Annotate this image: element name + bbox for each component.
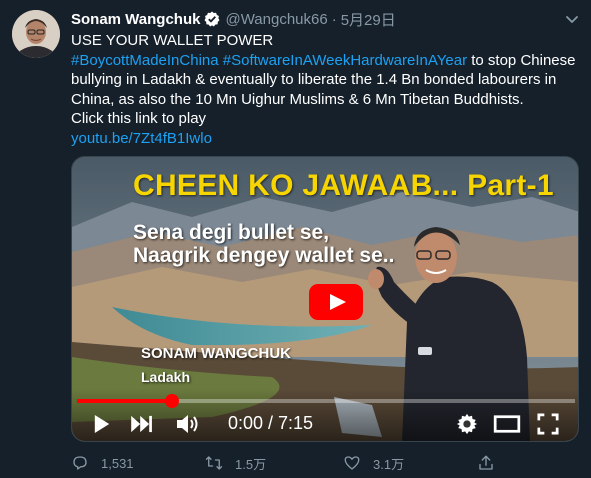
progress-bar[interactable] bbox=[77, 394, 575, 408]
tweet: Sonam Wangchuk @Wangchuk66 · 5月29日 USE Y… bbox=[0, 0, 591, 478]
progress-handle[interactable] bbox=[164, 394, 179, 408]
tweet-date[interactable]: 5月29日 bbox=[341, 9, 396, 30]
hashtag-link[interactable]: #SoftwareInAWeekHardwareInAYear bbox=[223, 52, 467, 69]
play-icon[interactable] bbox=[90, 411, 114, 437]
video-time: 0:00 / 7:15 bbox=[228, 413, 314, 433]
video-player[interactable]: CHEEN KO JAWAAB... Part-1 Sena degi bull… bbox=[71, 156, 579, 442]
hashtag-link[interactable]: #BoycottMadeInChina bbox=[71, 52, 219, 69]
settings-icon[interactable] bbox=[454, 411, 480, 437]
chevron-down-icon[interactable] bbox=[563, 10, 581, 28]
retweet-icon bbox=[205, 456, 223, 470]
video-subtitle: Sena degi bullet se, bbox=[133, 221, 330, 244]
author-name[interactable]: Sonam Wangchuk bbox=[71, 11, 200, 28]
avatar[interactable] bbox=[12, 10, 60, 58]
reply-button[interactable]: 1,531 bbox=[71, 452, 134, 474]
tweet-line: bullying in Ladakh & eventually to liber… bbox=[71, 71, 557, 89]
tweet-line: youtu.be/7Zt4fB1Iwlo bbox=[71, 129, 576, 149]
next-icon[interactable] bbox=[128, 411, 156, 437]
tweet-text: USE YOUR WALLET POWER #BoycottMadeInChin… bbox=[71, 31, 576, 149]
tweet-line: USE YOUR WALLET POWER bbox=[71, 32, 274, 49]
tweet-text-fragment: to stop Chinese bbox=[467, 51, 576, 69]
share-button[interactable] bbox=[477, 452, 507, 474]
video-controls: 0:00 / 7:15 bbox=[72, 389, 578, 441]
video-subtitle: Naagrik dengey wallet se.. bbox=[133, 244, 395, 267]
video-title: CHEEN KO JAWAAB... Part-1 bbox=[133, 169, 554, 202]
like-count: 3.1万 bbox=[373, 456, 405, 472]
share-icon bbox=[479, 455, 493, 470]
like-icon bbox=[344, 456, 360, 470]
retweet-button[interactable]: 1.5万 bbox=[205, 452, 266, 474]
separator-dot: · bbox=[331, 10, 337, 28]
theater-mode-icon[interactable] bbox=[492, 411, 522, 437]
author-handle[interactable]: @Wangchuk66 bbox=[225, 11, 327, 28]
retweet-count: 1.5万 bbox=[235, 456, 267, 472]
tweet-line: China, as also the 10 Mn Uighur Muslims … bbox=[71, 90, 524, 108]
video-speaker-name: SONAM WANGCHUK bbox=[141, 345, 291, 362]
volume-icon[interactable] bbox=[174, 411, 202, 437]
tweet-actions: 1,531 1.5万 3.1万 bbox=[71, 452, 576, 474]
fullscreen-icon[interactable] bbox=[534, 411, 562, 437]
reply-count: 1,531 bbox=[101, 455, 134, 471]
tweet-header: Sonam Wangchuk @Wangchuk66 · 5月29日 bbox=[71, 9, 396, 29]
tweet-line: #BoycottMadeInChina #SoftwareInAWeekHard… bbox=[71, 51, 576, 71]
verified-badge-icon bbox=[204, 11, 220, 27]
progress-fill bbox=[77, 399, 172, 403]
video-speaker-place: Ladakh bbox=[141, 369, 191, 385]
play-icon[interactable] bbox=[309, 284, 363, 320]
reply-icon bbox=[73, 456, 87, 470]
like-button[interactable]: 3.1万 bbox=[343, 452, 404, 474]
video-link[interactable]: youtu.be/7Zt4fB1Iwlo bbox=[71, 130, 212, 147]
tweet-line: Click this link to play bbox=[71, 110, 207, 128]
